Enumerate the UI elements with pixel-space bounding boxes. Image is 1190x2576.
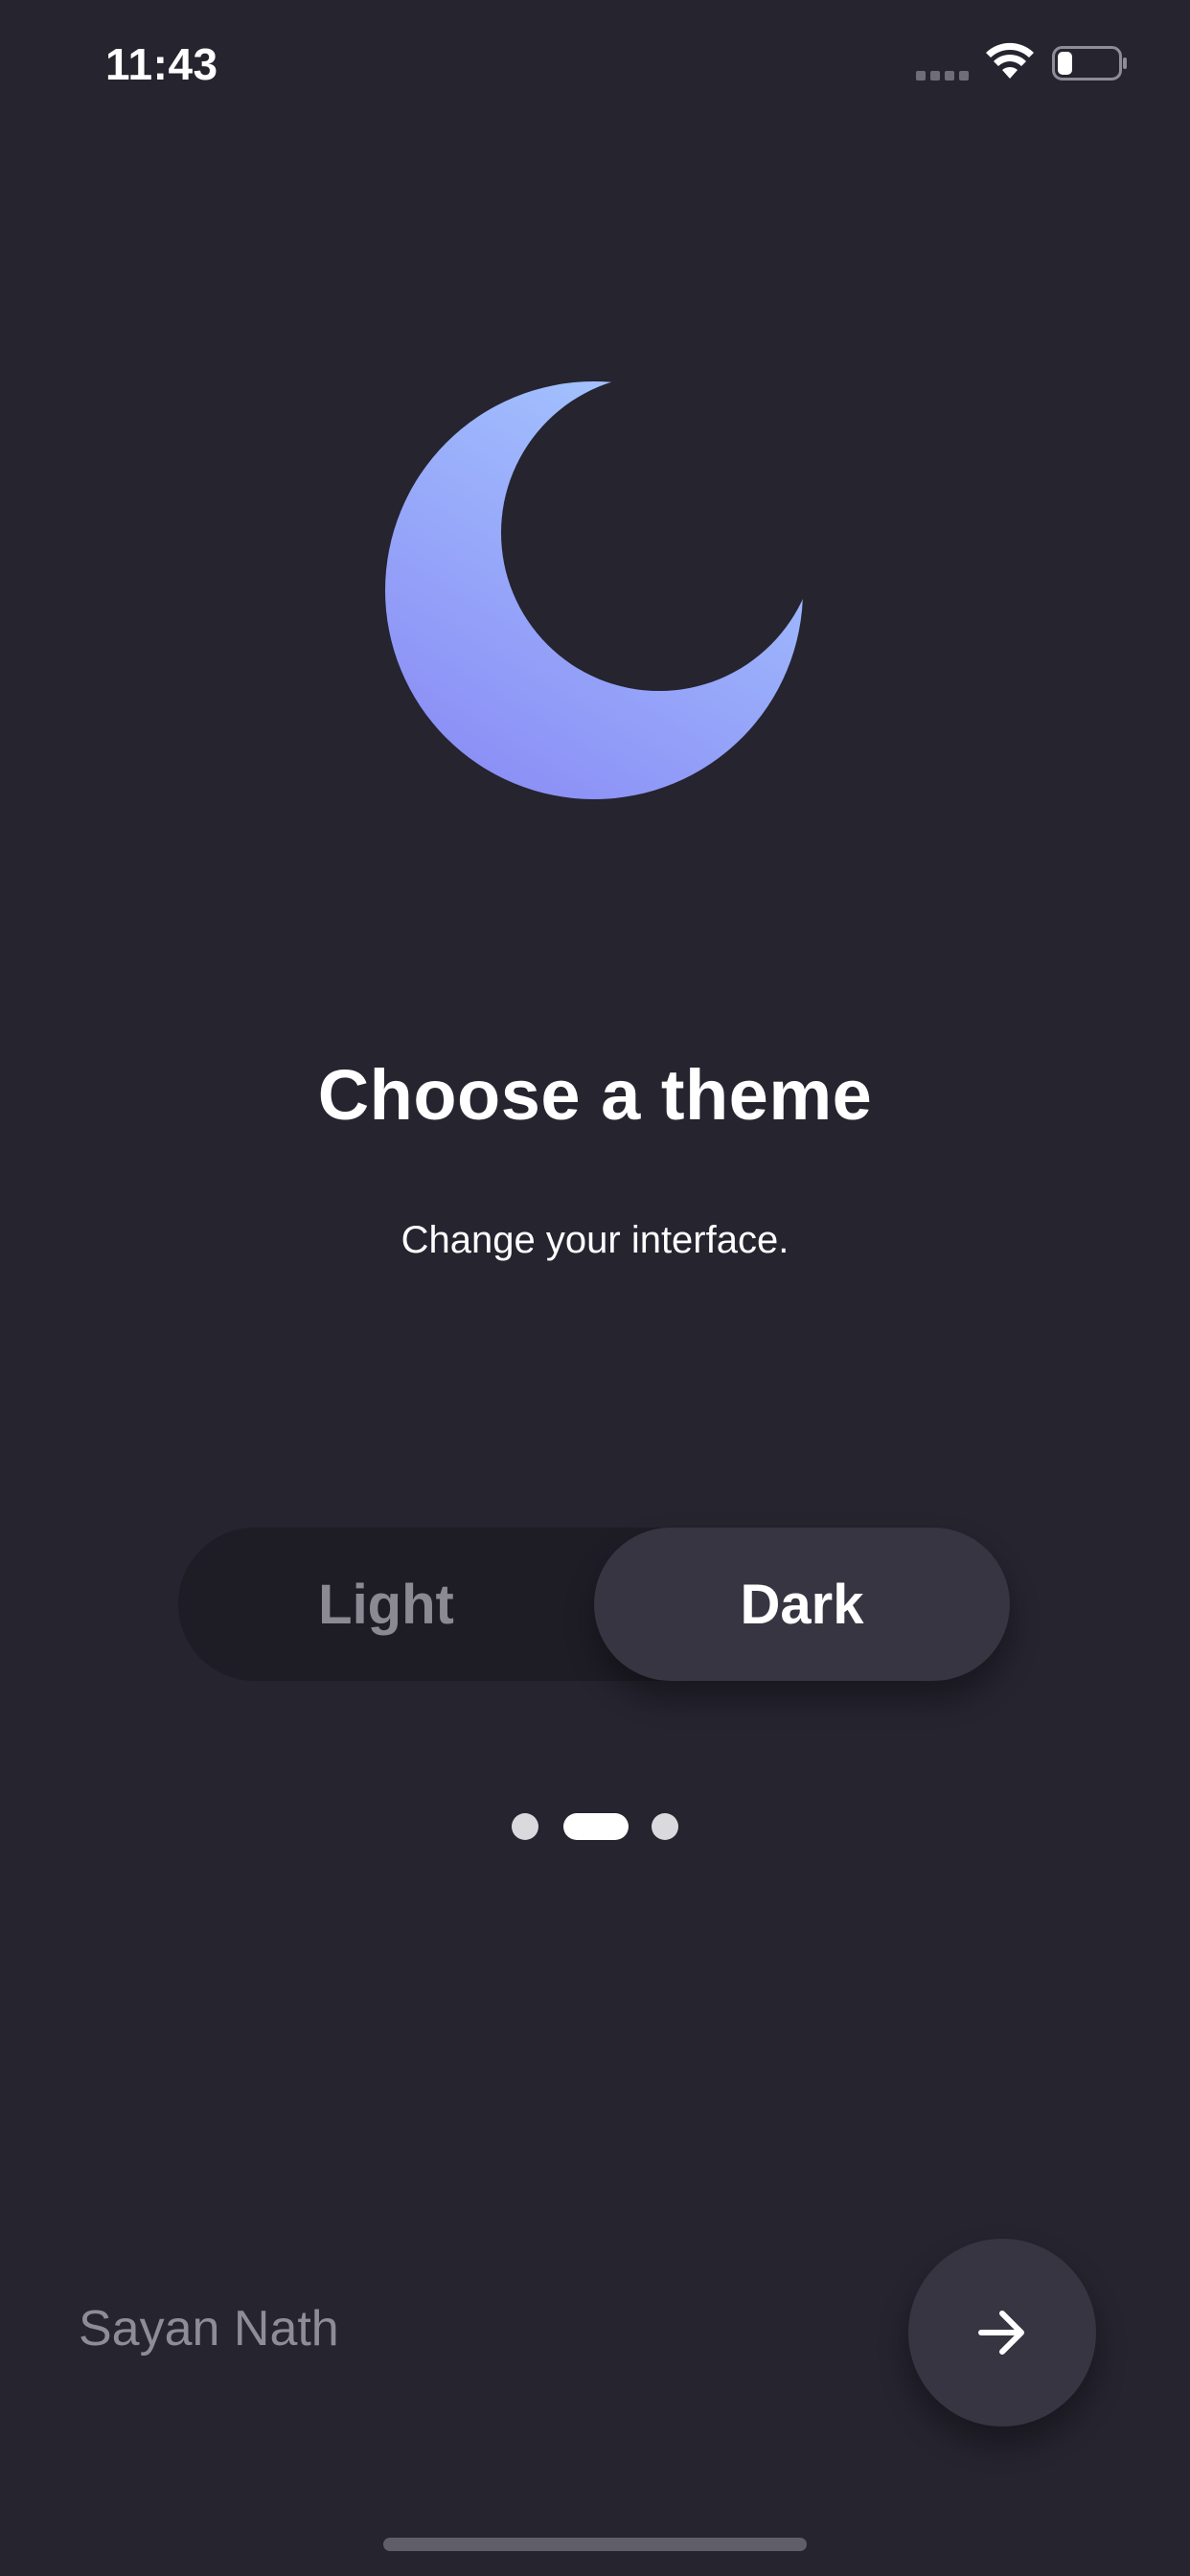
- page-dot: [512, 1813, 538, 1840]
- page-subtitle: Change your interface.: [400, 1219, 790, 1261]
- next-button[interactable]: [908, 2239, 1096, 2426]
- theme-toggle: Light Dark: [178, 1528, 1010, 1681]
- moon-icon: [385, 381, 803, 799]
- battery-icon: [1052, 46, 1127, 80]
- author-name: Sayan Nath: [79, 2301, 339, 2357]
- page-indicator: [512, 1811, 678, 1840]
- signal-icon: [916, 71, 970, 80]
- wifi-icon: [986, 42, 1034, 79]
- theme-option-dark[interactable]: Dark: [594, 1528, 1010, 1681]
- page-title: Choose a theme: [317, 1055, 873, 1135]
- theme-option-light[interactable]: Light: [178, 1528, 594, 1681]
- status-bar: 11:43: [0, 0, 1190, 125]
- page-dot: [652, 1813, 678, 1840]
- status-time: 11:43: [105, 39, 218, 89]
- home-indicator: [383, 2538, 807, 2551]
- arrow-right-icon: [978, 2311, 1024, 2355]
- page-dot-active: [563, 1813, 629, 1840]
- onboarding-screen: 11:43 Choose a theme Change your interfa…: [0, 0, 1190, 2576]
